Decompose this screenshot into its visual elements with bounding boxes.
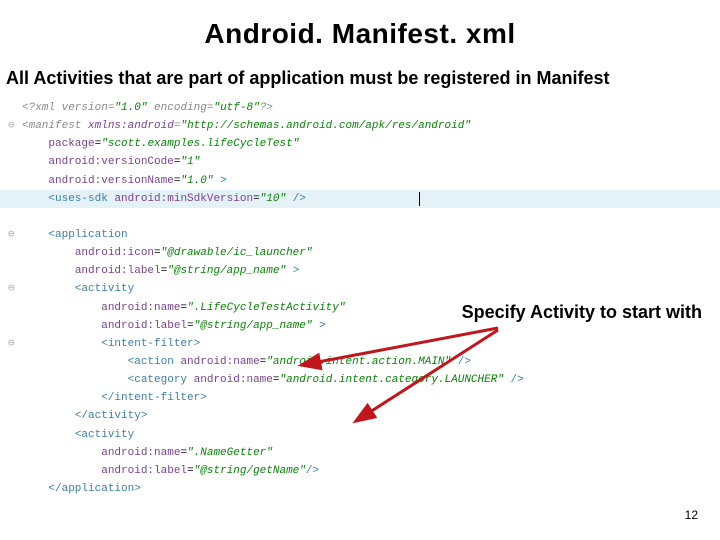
annotation-label: Specify Activity to start with <box>462 302 702 323</box>
activity2-label-value: @string/getName <box>200 465 299 477</box>
package-value: scott.examples.lifeCycleTest <box>108 138 293 150</box>
slide-title: Android. Manifest. xml <box>0 0 720 50</box>
slide: Android. Manifest. xml All Activities th… <box>0 0 720 540</box>
xml-encoding: utf-8 <box>220 102 253 114</box>
app-icon-value: @drawable/ic_launcher <box>167 247 306 259</box>
activity2-name-value: .NameGetter <box>194 447 267 459</box>
version-name-value: 1.0 <box>187 175 207 187</box>
xml-code-block: <?xml version="1.0" encoding="utf-8"?> ⊖… <box>0 99 720 498</box>
action-name-value: android.intent.action.MAIN <box>273 356 445 368</box>
min-sdk-value: 10 <box>266 193 279 205</box>
xml-version: 1.0 <box>121 102 141 114</box>
activity1-label-value: @string/app_name <box>200 320 306 332</box>
activity1-name-value: .LifeCycleTestActivity <box>194 302 339 314</box>
page-number: 12 <box>685 508 698 522</box>
slide-subtitle: All Activities that are part of applicat… <box>0 50 720 99</box>
version-code-value: 1 <box>187 156 194 168</box>
category-name-value: android.intent.category.LAUNCHER <box>286 374 497 386</box>
highlighted-line: <uses-sdk android:minSdkVersion="10" /> <box>0 190 720 208</box>
xmlns-value: http://schemas.android.com/apk/res/andro… <box>187 120 464 132</box>
app-label-value: @string/app_name <box>174 265 280 277</box>
